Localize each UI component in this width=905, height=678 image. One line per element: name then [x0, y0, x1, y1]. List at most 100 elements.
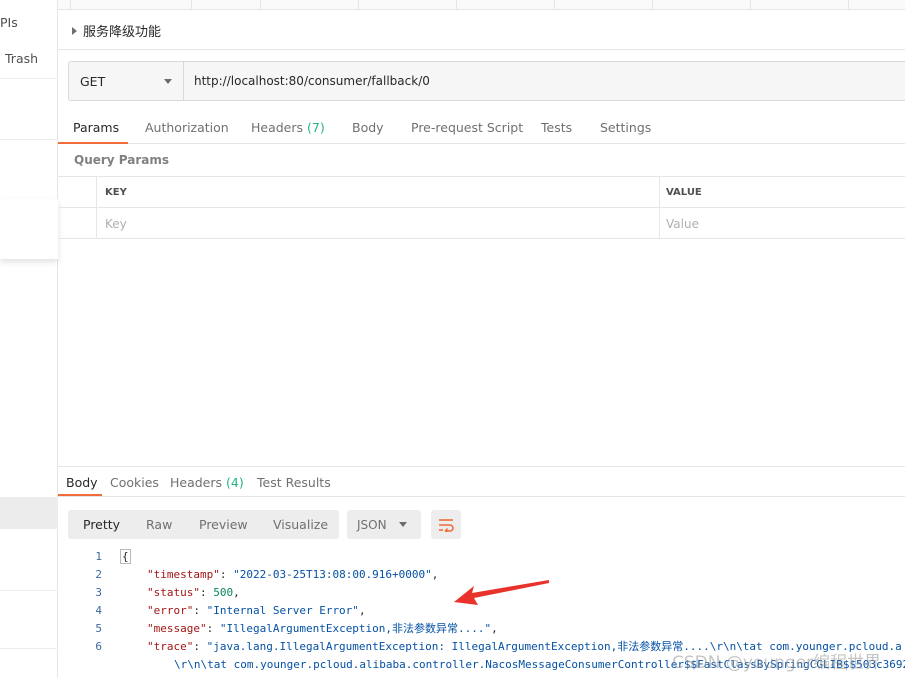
- tab-divider: [750, 0, 751, 10]
- json-key: "trace": [147, 640, 194, 653]
- json-key: "status": [147, 586, 200, 599]
- url-input[interactable]: http://localhost:80/consumer/fallback/0: [185, 62, 905, 100]
- params-table: KEY VALUE Key Value: [58, 176, 905, 239]
- line-number: 2: [95, 568, 102, 581]
- method-value: GET: [80, 73, 106, 89]
- response-tabs: Body Cookies Headers (4) Test Results: [58, 467, 905, 497]
- table-row: Key Value: [58, 208, 905, 239]
- tab-divider: [456, 0, 457, 10]
- value-header-label: VALUE: [666, 187, 702, 198]
- active-response-tab-indicator: [58, 494, 102, 496]
- sidebar-selected-row[interactable]: [0, 497, 58, 529]
- key-header-label: KEY: [105, 187, 127, 198]
- view-visualize-button[interactable]: Visualize: [273, 510, 328, 539]
- tab-body[interactable]: Body: [352, 120, 384, 135]
- tab-test-results[interactable]: Test Results: [257, 475, 331, 490]
- table-header-row: KEY VALUE: [58, 177, 905, 208]
- tab-count-badge: (4): [226, 475, 244, 490]
- tab-divider: [358, 0, 359, 10]
- json-punctuation: ,: [358, 604, 366, 617]
- sidebar-card[interactable]: [0, 199, 58, 259]
- sidebar-divider: [0, 648, 58, 649]
- code-text: "timestamp": "2022-03-25T13:08:00.916+00…: [147, 566, 438, 584]
- view-mode-group: Pretty Raw Preview Visualize: [68, 510, 339, 539]
- json-punctuation: ,: [491, 622, 498, 635]
- line-number: 4: [95, 604, 102, 617]
- sidebar-divider: [0, 590, 58, 591]
- json-punctuation: :: [206, 622, 220, 635]
- checkbox-column-header: [58, 177, 97, 208]
- active-tab-indicator: [58, 142, 128, 144]
- tab-divider: [652, 0, 653, 10]
- param-value-input[interactable]: Value: [661, 208, 905, 239]
- tab-response-headers[interactable]: Headers (4): [170, 475, 244, 490]
- tab-divider: [554, 0, 555, 10]
- request-tabs: Params Authorization Headers (7) Body Pr…: [58, 115, 905, 144]
- view-pretty-button[interactable]: Pretty: [83, 510, 120, 539]
- code-text: {: [120, 548, 131, 566]
- format-select[interactable]: JSON: [347, 510, 421, 539]
- row-checkbox[interactable]: [58, 208, 97, 239]
- tab-label: Pre-request Script: [411, 120, 524, 135]
- json-punctuation: :: [199, 586, 214, 599]
- line-number: 5: [95, 622, 102, 635]
- json-string: "IllegalArgumentException,非法参数异常....": [219, 622, 492, 635]
- tab-divider: [70, 0, 71, 10]
- sidebar-divider: [0, 78, 58, 79]
- tab-label: Settings: [600, 120, 652, 135]
- json-punctuation: :: [193, 640, 207, 653]
- tab-response-body[interactable]: Body: [66, 475, 98, 490]
- url-bar: GET http://localhost:80/consumer/fallbac…: [68, 61, 905, 101]
- json-string: "Internal Server Error": [206, 604, 359, 617]
- key-column-header: KEY: [98, 177, 660, 208]
- json-key: "message": [147, 622, 207, 635]
- chevron-down-icon: [164, 79, 172, 84]
- tab-cookies[interactable]: Cookies: [110, 475, 159, 490]
- sidebar-item-apis[interactable]: PIs: [0, 15, 18, 30]
- tab-tests[interactable]: Tests: [541, 120, 572, 135]
- json-string: "2022-03-25T13:08:00.916+0000": [233, 568, 432, 581]
- tab-params[interactable]: Params: [73, 120, 119, 135]
- json-key: "error": [147, 604, 194, 617]
- json-punctuation: :: [193, 604, 207, 617]
- watermark: CSDN @younger编程世界: [672, 653, 882, 673]
- header-divider: [58, 49, 905, 50]
- request-name-text: 服务降级功能: [83, 25, 162, 40]
- tab-label: Body: [66, 475, 98, 490]
- caret-right-icon[interactable]: [72, 26, 77, 35]
- tab-settings[interactable]: Settings: [600, 120, 651, 135]
- json-punctuation: {: [120, 549, 131, 564]
- line-number: 6: [95, 640, 102, 653]
- sidebar-divider: [0, 139, 58, 140]
- tab-label: Headers: [170, 475, 223, 490]
- json-number: 500: [213, 586, 234, 599]
- json-punctuation: ,: [233, 586, 240, 599]
- tab-label: Params: [73, 120, 120, 135]
- request-name[interactable]: 服务降级功能: [72, 21, 161, 40]
- tab-label: Cookies: [110, 475, 159, 490]
- code-text: "status": 500,: [147, 584, 240, 602]
- view-preview-button[interactable]: Preview: [199, 510, 248, 539]
- param-key-input[interactable]: Key: [98, 208, 660, 239]
- sidebar-item-trash[interactable]: Trash: [5, 51, 38, 66]
- sidebar: PIs Trash: [0, 0, 58, 678]
- tab-divider: [848, 0, 849, 10]
- wrap-lines-icon: [439, 518, 454, 532]
- wrap-lines-button[interactable]: [431, 510, 461, 539]
- annotation-arrow-icon: [454, 580, 549, 605]
- tab-headers[interactable]: Headers (7): [251, 120, 325, 135]
- tab-label: Authorization: [145, 120, 229, 135]
- code-line: 5 "message": "IllegalArgumentException,非法…: [58, 620, 905, 638]
- code-text: "message": "IllegalArgumentException,非法参…: [147, 620, 498, 638]
- tab-count-badge: (7): [307, 120, 325, 135]
- tab-label: Body: [352, 120, 384, 135]
- method-select[interactable]: GET: [69, 62, 184, 100]
- tab-pre-request-script[interactable]: Pre-request Script: [411, 120, 523, 135]
- view-raw-button[interactable]: Raw: [146, 510, 172, 539]
- value-placeholder: Value: [666, 216, 699, 231]
- tab-label: Tests: [541, 120, 573, 135]
- url-text: http://localhost:80/consumer/fallback/0: [194, 74, 430, 88]
- json-key: "timestamp": [147, 568, 220, 581]
- tab-authorization[interactable]: Authorization: [145, 120, 229, 135]
- request-tab-strip: [58, 0, 905, 10]
